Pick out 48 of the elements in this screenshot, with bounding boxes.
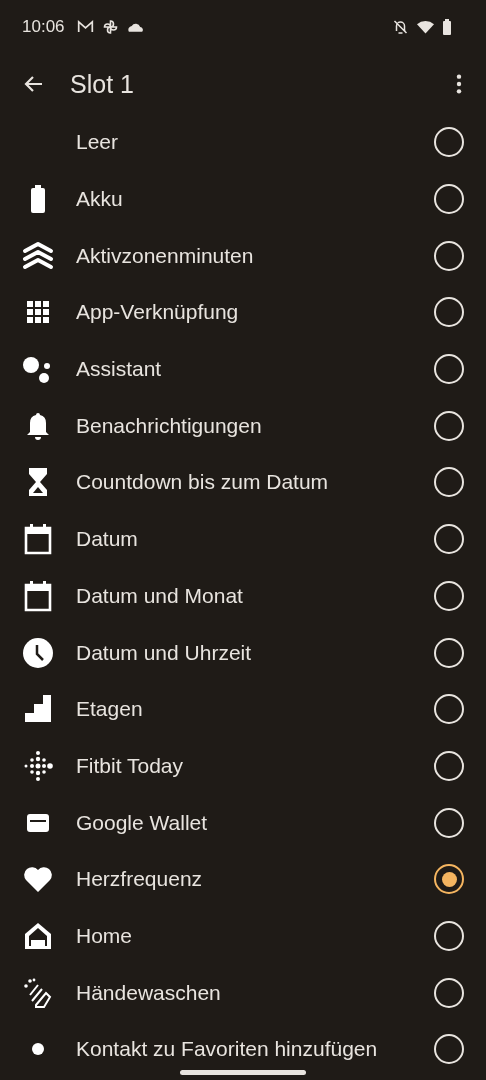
pinwheel-icon xyxy=(101,19,119,35)
wifi-icon xyxy=(417,19,434,35)
option-label: App-Verknüpfung xyxy=(76,300,240,325)
dot-pattern-icon xyxy=(22,749,54,782)
calendar-icon xyxy=(22,579,54,612)
radio-button[interactable] xyxy=(434,637,464,668)
more-icon[interactable] xyxy=(456,73,462,95)
option-label: Fitbit Today xyxy=(76,753,184,778)
radio-button[interactable] xyxy=(434,750,464,781)
radio-button[interactable] xyxy=(434,184,464,215)
radio-button[interactable] xyxy=(434,524,464,555)
radio-button[interactable] xyxy=(434,807,464,838)
option-label: Datum und Monat xyxy=(76,583,244,608)
option-label: Datum und Uhrzeit xyxy=(76,640,253,665)
radio-button[interactable] xyxy=(434,1034,464,1065)
page-title: Slot 1 xyxy=(70,69,134,99)
battery-icon xyxy=(442,19,452,35)
option-label: Google Wallet xyxy=(76,810,209,835)
mail-icon xyxy=(76,19,94,35)
status-time: 10:06 xyxy=(22,17,65,37)
radio-button[interactable] xyxy=(434,297,464,328)
radio-button[interactable] xyxy=(434,864,464,895)
option-label: Händewaschen xyxy=(76,980,222,1005)
option-label: Leer xyxy=(76,130,120,155)
radio-button[interactable] xyxy=(434,580,464,611)
radio-button[interactable] xyxy=(434,977,464,1008)
option-label: Kontakt zu Favoriten hinzufügen xyxy=(76,1037,379,1062)
radio-button[interactable] xyxy=(434,354,464,385)
radio-button[interactable] xyxy=(434,694,464,725)
option-label: Akku xyxy=(76,187,124,212)
clock-icon xyxy=(22,636,54,669)
option-label: Assistant xyxy=(76,357,163,382)
option-label: Etagen xyxy=(76,697,144,722)
radio-button[interactable] xyxy=(434,240,464,271)
option-label: Countdown bis zum Datum xyxy=(76,470,330,495)
radio-button[interactable] xyxy=(434,467,464,498)
chevrons-icon xyxy=(22,239,54,272)
radio-button[interactable] xyxy=(434,920,464,951)
option-label: Herzfrequenz xyxy=(76,867,204,892)
radio-button[interactable] xyxy=(434,127,464,158)
option-label: Aktivzonenminuten xyxy=(76,243,255,268)
bell-off-icon xyxy=(392,19,409,35)
radio-button[interactable] xyxy=(434,410,464,441)
option-label: Home xyxy=(76,923,134,948)
gesture-bar[interactable] xyxy=(180,1069,306,1075)
option-label: Datum xyxy=(76,527,139,552)
calendar-icon xyxy=(22,523,54,556)
option-label: Benachrichtigungen xyxy=(76,413,263,438)
